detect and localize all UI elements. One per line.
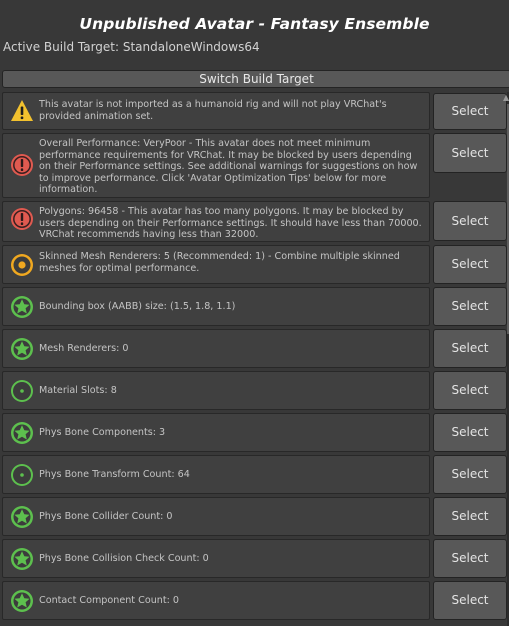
- error-icon: [10, 153, 34, 177]
- validation-message: Skinned Mesh Renderers: 5 (Recommended: …: [39, 251, 400, 274]
- validation-row: Mesh Renderers: 0: [2, 329, 430, 368]
- excellent-star-icon: [10, 421, 34, 445]
- validation-row: Phys Bone Collider Count: 0: [2, 497, 430, 536]
- validation-row: Material Slots: 8: [2, 371, 430, 410]
- validation-message: Phys Bone Transform Count: 64: [39, 469, 190, 480]
- validation-message: Phys Bone Collision Check Count: 0: [39, 553, 209, 564]
- select-button[interactable]: Select: [433, 245, 507, 284]
- validation-row: Phys Bone Transform Count: 64: [2, 455, 430, 494]
- validation-row: Phys Bone Components: 3: [2, 413, 430, 452]
- validation-message: Phys Bone Components: 3: [39, 427, 166, 438]
- validation-message: Contact Component Count: 0: [39, 595, 179, 606]
- active-build-target: Active Build Target: StandaloneWindows64: [3, 40, 260, 54]
- select-button[interactable]: Select: [433, 497, 507, 536]
- validation-message: Polygons: 96458 - This avatar has too ma…: [39, 206, 422, 241]
- validation-message: Material Slots: 8: [39, 385, 117, 396]
- select-button[interactable]: Select: [433, 455, 507, 494]
- validation-row: Phys Bone Collision Check Count: 0: [2, 539, 430, 578]
- select-button[interactable]: Select: [433, 581, 507, 620]
- excellent-star-icon: [10, 295, 34, 319]
- medium-rating-icon: [10, 253, 34, 277]
- validation-row: Overall Performance: VeryPoor - This ava…: [2, 133, 430, 198]
- good-dot-icon: [10, 463, 34, 487]
- validation-row: Polygons: 96458 - This avatar has too ma…: [2, 201, 430, 242]
- select-button[interactable]: Select: [433, 133, 507, 173]
- excellent-star-icon: [10, 505, 34, 529]
- validation-row: Bounding box (AABB) size: (1.5, 1.8, 1.1…: [2, 287, 430, 326]
- validation-message: Bounding box (AABB) size: (1.5, 1.8, 1.1…: [39, 301, 236, 312]
- select-button[interactable]: Select: [433, 329, 507, 368]
- select-button[interactable]: Select: [433, 539, 507, 578]
- select-button[interactable]: Select: [433, 287, 507, 326]
- error-icon: [10, 207, 34, 231]
- select-button[interactable]: Select: [433, 413, 507, 452]
- excellent-star-icon: [10, 337, 34, 361]
- select-button[interactable]: Select: [433, 93, 507, 130]
- validation-message: Phys Bone Collider Count: 0: [39, 511, 173, 522]
- validation-message: This avatar is not imported as a humanoi…: [39, 99, 387, 122]
- validation-row: This avatar is not imported as a humanoi…: [2, 92, 430, 130]
- select-button[interactable]: Select: [433, 371, 507, 410]
- window-title: Unpublished Avatar - Fantasy Ensemble: [79, 15, 430, 33]
- excellent-star-icon: [10, 547, 34, 571]
- validation-message: Overall Performance: VeryPoor - This ava…: [39, 138, 418, 196]
- good-dot-icon: [10, 379, 34, 403]
- validation-row: Contact Component Count: 0: [2, 581, 430, 620]
- validation-row: Skinned Mesh Renderers: 5 (Recommended: …: [2, 245, 430, 284]
- excellent-star-icon: [10, 589, 34, 613]
- switch-build-target-button[interactable]: Switch Build Target: [2, 70, 509, 88]
- validation-message: Mesh Renderers: 0: [39, 343, 129, 354]
- warning-icon: [10, 99, 34, 123]
- select-button[interactable]: Select: [433, 201, 507, 241]
- scroll-up-arrow[interactable]: ▲: [503, 94, 509, 102]
